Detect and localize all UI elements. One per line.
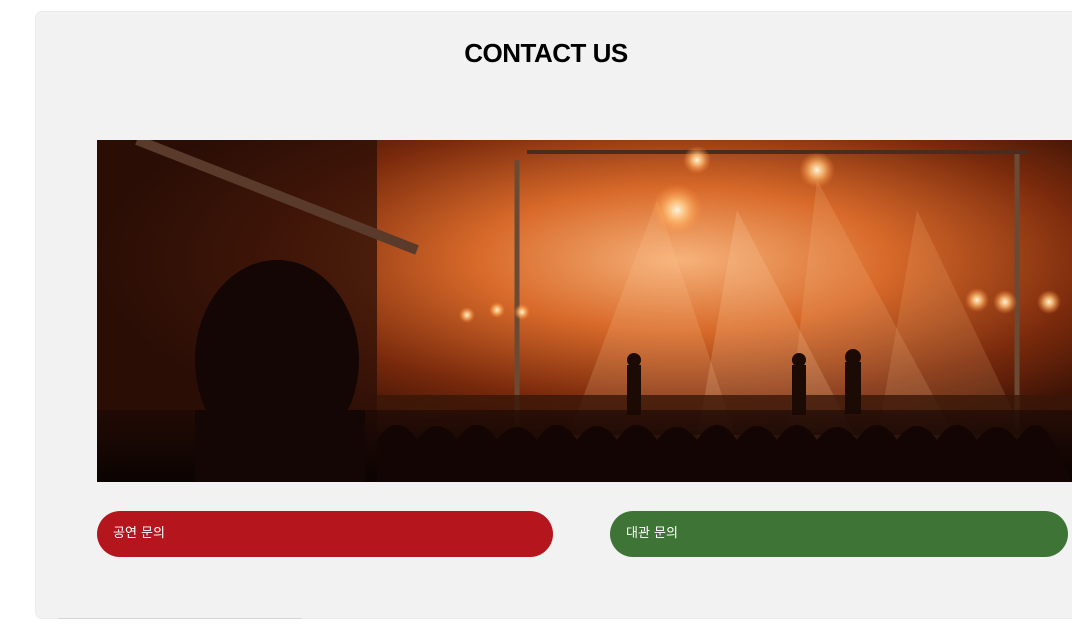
performance-inquiry-button[interactable]: 공연 문의	[97, 511, 553, 557]
rental-inquiry-button[interactable]: 대관 문의	[610, 511, 1068, 557]
divider	[58, 618, 302, 619]
section-title: CONTACT US	[464, 38, 628, 68]
concert-hero-image	[97, 140, 1072, 482]
